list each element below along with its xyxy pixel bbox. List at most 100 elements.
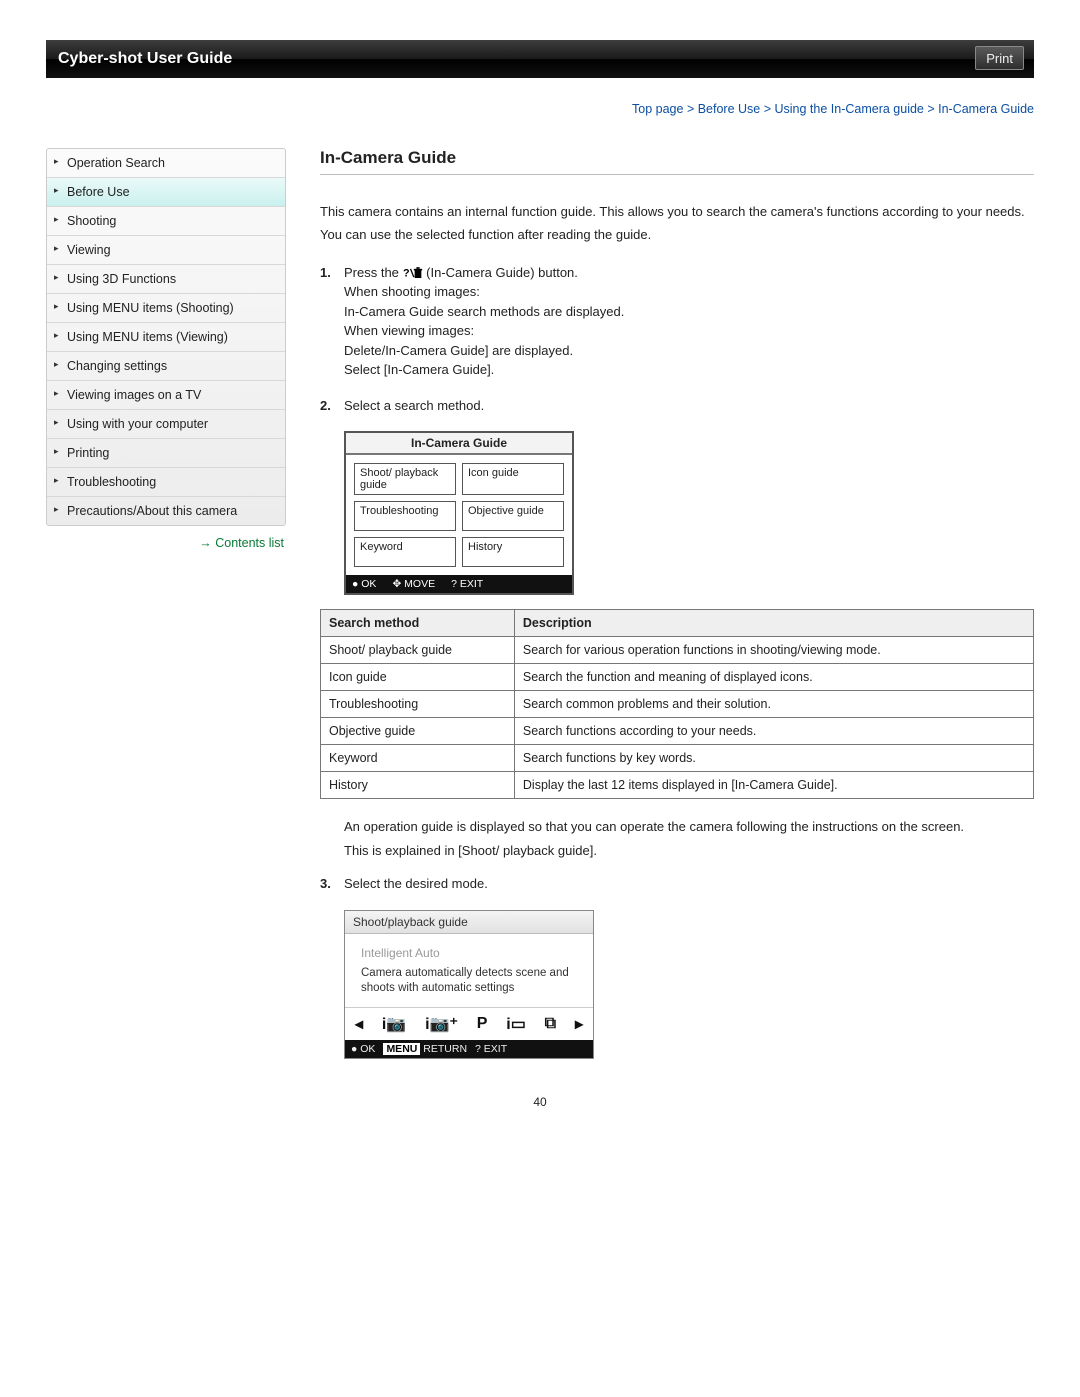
sidebar-item-label: Using 3D Functions xyxy=(67,272,176,286)
ui2-body: Intelligent Auto Camera automatically de… xyxy=(345,934,593,1007)
step-1-l5: Delete/In-Camera Guide] are displayed. xyxy=(344,341,1034,361)
step-number: 3. xyxy=(320,874,331,894)
step-1-line-b: (In-Camera Guide) button. xyxy=(426,265,578,280)
mode-icon: i▭ xyxy=(506,1014,526,1034)
ui1-ok-label: ● OK xyxy=(352,578,376,590)
table-row: KeywordSearch functions by key words. xyxy=(321,745,1034,772)
sidebar-item-label: Viewing images on a TV xyxy=(67,388,201,402)
sidebar-item-label: Using MENU items (Shooting) xyxy=(67,301,234,315)
contents-list-link[interactable]: Contents list xyxy=(199,536,284,550)
ui1-cell: Keyword xyxy=(354,537,456,567)
ui2-menu: MENU RETURN xyxy=(383,1043,467,1055)
sidebar-item-label: Operation Search xyxy=(67,156,165,170)
extra-p1: An operation guide is displayed so that … xyxy=(344,817,1034,837)
sidebar-item-label: Precautions/About this camera xyxy=(67,504,237,518)
ui1-cell: History xyxy=(462,537,564,567)
step-2-text: Select a search method. xyxy=(344,398,484,413)
sidebar-item-label: Using MENU items (Viewing) xyxy=(67,330,228,344)
table-cell: Search functions by key words. xyxy=(514,745,1033,772)
intro-p2: You can use the selected function after … xyxy=(320,226,1034,245)
sidebar-item-before-use[interactable]: Before Use xyxy=(47,178,285,207)
sidebar-item-tv-viewing[interactable]: Viewing images on a TV xyxy=(47,381,285,410)
sidebar-item-precautions[interactable]: Precautions/About this camera xyxy=(47,497,285,525)
mode-icon: ⧉ xyxy=(545,1015,556,1033)
sidebar: Operation Search Before Use Shooting Vie… xyxy=(46,148,286,526)
step-1-l3: In-Camera Guide search methods are displ… xyxy=(344,302,1034,322)
table-cell: Shoot/ playback guide xyxy=(321,637,515,664)
camera-ui-screenshot-2: Shoot/playback guide Intelligent Auto Ca… xyxy=(344,910,594,1059)
search-method-table: Search method Description Shoot/ playbac… xyxy=(320,609,1034,799)
sidebar-item-printing[interactable]: Printing xyxy=(47,439,285,468)
ui2-mode-title: Intelligent Auto xyxy=(361,946,577,960)
sidebar-item-label: Using with your computer xyxy=(67,417,208,431)
table-cell: Search for various operation functions i… xyxy=(514,637,1033,664)
main-content: In-Camera Guide This camera contains an … xyxy=(286,148,1034,1069)
ui1-cell: Icon guide xyxy=(462,463,564,495)
contents-link-row: Contents list xyxy=(46,526,286,560)
sidebar-item-troubleshooting[interactable]: Troubleshooting xyxy=(47,468,285,497)
sidebar-item-changing-settings[interactable]: Changing settings xyxy=(47,352,285,381)
print-button[interactable]: Print xyxy=(975,46,1024,70)
sidebar-list: Operation Search Before Use Shooting Vie… xyxy=(47,149,285,525)
sidebar-item-label: Shooting xyxy=(67,214,116,228)
mode-icon: i📷 xyxy=(382,1014,406,1034)
table-row: Icon guideSearch the function and meanin… xyxy=(321,664,1034,691)
ui2-footer: ● OK MENU RETURN ? EXIT xyxy=(345,1040,593,1058)
table-cell: Search the function and meaning of displ… xyxy=(514,664,1033,691)
breadcrumb[interactable]: Top page > Before Use > Using the In-Cam… xyxy=(46,102,1034,116)
ui2-header: Shoot/playback guide xyxy=(345,911,593,934)
ui1-move-label: ✥ MOVE xyxy=(392,578,435,590)
chevron-left-icon: ◂ xyxy=(355,1014,363,1034)
camera-ui-screenshot-1: In-Camera Guide Shoot/ playback guide Ic… xyxy=(344,431,574,595)
page-title: In-Camera Guide xyxy=(320,148,1034,168)
ui1-grid: Shoot/ playback guide Icon guide Trouble… xyxy=(346,455,572,575)
step-1-line-a: Press the xyxy=(344,265,403,280)
breadcrumb-text[interactable]: Top page > Before Use > Using the In-Cam… xyxy=(632,102,1034,116)
mode-icon: P xyxy=(477,1015,488,1033)
extra-p2: This is explained in [Shoot/ playback gu… xyxy=(344,841,1034,861)
table-head-method: Search method xyxy=(321,610,515,637)
table-row: Objective guideSearch functions accordin… xyxy=(321,718,1034,745)
page-number: 40 xyxy=(46,1095,1034,1109)
sidebar-item-menu-shooting[interactable]: Using MENU items (Shooting) xyxy=(47,294,285,323)
table-cell: Display the last 12 items displayed in [… xyxy=(514,772,1033,799)
ui2-mode-desc: Camera automatically detects scene and s… xyxy=(361,966,577,997)
table-row: Shoot/ playback guideSearch for various … xyxy=(321,637,1034,664)
sidebar-item-menu-viewing[interactable]: Using MENU items (Viewing) xyxy=(47,323,285,352)
step-1-l6: Select [In-Camera Guide]. xyxy=(344,360,1034,380)
sidebar-item-shooting[interactable]: Shooting xyxy=(47,207,285,236)
sidebar-item-viewing[interactable]: Viewing xyxy=(47,236,285,265)
intro-block: This camera contains an internal functio… xyxy=(320,203,1034,245)
step-number: 2. xyxy=(320,396,331,416)
ui1-cell: Troubleshooting xyxy=(354,501,456,531)
sidebar-item-label: Changing settings xyxy=(67,359,167,373)
intro-p1: This camera contains an internal functio… xyxy=(320,203,1034,222)
step-3: 3. Select the desired mode. xyxy=(320,874,1034,894)
sidebar-item-3d-functions[interactable]: Using 3D Functions xyxy=(47,265,285,294)
ui1-title: In-Camera Guide xyxy=(346,433,572,455)
ui1-cell: Objective guide xyxy=(462,501,564,531)
sidebar-item-operation-search[interactable]: Operation Search xyxy=(47,149,285,178)
step-2: 2. Select a search method. xyxy=(320,396,1034,416)
ui2-ok: ● OK xyxy=(351,1043,375,1055)
sidebar-item-label: Troubleshooting xyxy=(67,475,156,489)
table-row: HistoryDisplay the last 12 items display… xyxy=(321,772,1034,799)
chevron-right-icon: ▸ xyxy=(575,1014,583,1034)
table-cell: Troubleshooting xyxy=(321,691,515,718)
table-cell: Search functions according to your needs… xyxy=(514,718,1033,745)
sidebar-item-computer[interactable]: Using with your computer xyxy=(47,410,285,439)
title-divider xyxy=(320,174,1034,175)
step-number: 1. xyxy=(320,263,331,283)
step-3-text: Select the desired mode. xyxy=(344,876,488,891)
table-head-description: Description xyxy=(514,610,1033,637)
sidebar-item-label: Before Use xyxy=(67,185,130,199)
table-cell: History xyxy=(321,772,515,799)
step-1-l4: When viewing images: xyxy=(344,321,1034,341)
header-bar: Cyber-shot User Guide Print xyxy=(46,40,1034,78)
table-cell: Objective guide xyxy=(321,718,515,745)
ui2-mode-icons: ◂ i📷 i📷⁺ P i▭ ⧉ ▸ xyxy=(345,1007,593,1040)
header-title: Cyber-shot User Guide xyxy=(46,40,1034,78)
mode-icon: i📷⁺ xyxy=(425,1014,458,1034)
sidebar-item-label: Printing xyxy=(67,446,109,460)
ui2-exit: ? EXIT xyxy=(475,1043,507,1055)
